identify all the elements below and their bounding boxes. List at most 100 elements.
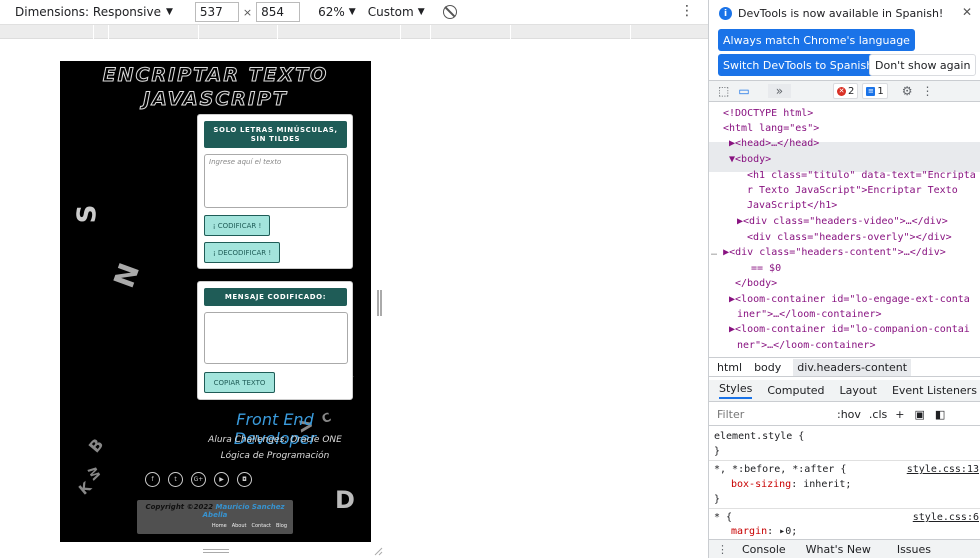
tab-event-listeners[interactable]: Event Listeners xyxy=(892,384,977,397)
rule-selector[interactable]: * { xyxy=(714,510,732,525)
rule-declaration[interactable]: box-sizing: inherit; xyxy=(731,477,851,492)
add-rule-icon[interactable]: + xyxy=(895,408,904,421)
height-value: 854 xyxy=(261,5,285,19)
zoom-select[interactable]: 62% ▼ xyxy=(318,5,356,19)
width-input[interactable]: 537 xyxy=(194,2,239,22)
input-textarea[interactable]: Ingrese aquí el texto xyxy=(204,154,348,208)
tree-line[interactable]: ▶<loom-container id="lo-engage-ext-conta xyxy=(729,292,970,307)
more-options-icon[interactable]: ⋮ xyxy=(680,4,694,18)
breadcrumb-headers-content[interactable]: div.headers-content xyxy=(793,358,912,376)
rule-source-link[interactable]: style.css:13 xyxy=(907,462,979,477)
youtube-icon[interactable]: ▶ xyxy=(214,472,229,487)
copyright-prefix: Copyright ©2022 xyxy=(145,503,214,511)
instagram-icon[interactable]: ◘ xyxy=(237,472,252,487)
footer-link-about[interactable]: About xyxy=(232,523,247,529)
media-query-ruler[interactable] xyxy=(0,25,708,39)
throttle-select[interactable]: Custom ▼ xyxy=(368,5,425,19)
twitter-icon[interactable]: t xyxy=(168,472,183,487)
node-actions-icon[interactable]: … xyxy=(711,247,717,258)
resize-handle-bottom[interactable] xyxy=(203,549,229,553)
tree-line[interactable]: <h1 class="titulo" data-text="Encripta xyxy=(747,168,976,183)
resize-handle-right[interactable] xyxy=(377,290,382,316)
close-icon[interactable]: ✕ xyxy=(962,5,972,19)
paint-icon[interactable]: ▣ xyxy=(914,408,924,421)
tree-line[interactable]: iner">…</loom-container> xyxy=(737,307,882,322)
styles-pane: element.style { } *, *:before, *:after {… xyxy=(709,428,980,538)
rule-selector[interactable]: *, *:before, *:after { xyxy=(714,462,846,477)
footer-link-home[interactable]: Home xyxy=(212,523,227,529)
tree-line[interactable]: r Texto JavaScript">Encriptar Texto xyxy=(747,183,958,198)
page-title-line2: JAVASCRIPT xyxy=(143,88,288,111)
cls-toggle[interactable]: .cls xyxy=(869,408,887,421)
tree-line[interactable]: <div class="headers-overly"></div> xyxy=(747,230,952,245)
breadcrumb-body[interactable]: body xyxy=(754,361,781,374)
emulated-page-viewport[interactable]: T S N A B D V C K W ENCRIPTAR TEXTO JAVA… xyxy=(60,61,371,542)
google-plus-icon[interactable]: G+ xyxy=(191,472,206,487)
tab-layout[interactable]: Layout xyxy=(840,384,877,397)
facebook-icon[interactable]: f xyxy=(145,472,160,487)
switch-language-button[interactable]: Switch DevTools to Spanish xyxy=(718,54,879,76)
always-match-language-button[interactable]: Always match Chrome's language xyxy=(718,29,915,51)
device-toggle-icon[interactable]: ▭ xyxy=(738,84,749,98)
rule-declaration[interactable]: margin: ▸0; xyxy=(731,524,797,539)
info-icon: i xyxy=(719,7,732,20)
errors-badge[interactable]: ✕ 2 xyxy=(833,83,859,99)
height-input[interactable]: 854 xyxy=(256,2,301,22)
alura-line1: Alura Challenges: Oracle ONE xyxy=(208,435,342,445)
tree-line[interactable]: … ▶<div class="headers-content">…</div> xyxy=(711,245,946,260)
tab-styles[interactable]: Styles xyxy=(719,382,753,399)
encode-button[interactable]: ¡ CODIFICAR ! xyxy=(204,215,270,236)
tree-line-text: <loom-container id="lo-engage-ext-conta xyxy=(735,294,970,305)
element-style-rule[interactable]: element.style { xyxy=(714,429,804,444)
footer-links: Home About Contact Blog xyxy=(212,523,287,529)
messages-badge[interactable]: ≡ 1 xyxy=(862,83,888,99)
tab-issues[interactable]: Issues xyxy=(897,543,931,556)
times-icon: × xyxy=(242,5,253,19)
more-options-icon[interactable]: ⋮ xyxy=(922,84,934,98)
bg-glyph: S xyxy=(72,204,103,224)
social-links: f t G+ ▶ ◘ xyxy=(145,472,252,487)
output-textarea[interactable] xyxy=(204,312,348,364)
hov-toggle[interactable]: :hov xyxy=(837,408,861,421)
property-name: box-sizing xyxy=(731,479,792,490)
footer-link-blog[interactable]: Blog xyxy=(276,523,287,529)
copy-button[interactable]: COPIAR TEXTO xyxy=(204,372,275,393)
caret-down-icon: ▼ xyxy=(348,7,356,17)
toggle-sidebar-icon[interactable]: ◧ xyxy=(935,408,945,421)
more-tabs-icon[interactable]: » xyxy=(767,84,792,98)
tree-line[interactable]: ▶<loom-container id="lo-companion-contai xyxy=(729,322,970,337)
tree-line[interactable]: ner">…</loom-container> xyxy=(737,338,875,353)
tab-whats-new[interactable]: What's New xyxy=(806,543,871,556)
tree-line[interactable]: == $0 xyxy=(751,261,781,276)
zoom-value: 62% xyxy=(318,5,345,19)
tree-line-text: <head>…</head> xyxy=(735,138,820,149)
filter-input[interactable]: Filter xyxy=(717,408,827,421)
tree-line[interactable]: ▼<body> xyxy=(729,152,771,167)
throttle-value: Custom xyxy=(367,5,414,19)
settings-gear-icon[interactable]: ⚙ xyxy=(902,84,913,98)
tree-line[interactable]: <!DOCTYPE html> xyxy=(723,106,813,121)
dimensions-select[interactable]: Dimensions: Responsive ▼ xyxy=(15,5,173,19)
tab-computed[interactable]: Computed xyxy=(767,384,824,397)
breadcrumb: html body div.headers-content xyxy=(709,357,980,377)
tree-line[interactable]: <html lang="es"> xyxy=(723,121,819,136)
tree-line[interactable]: JavaScript</h1> xyxy=(747,198,837,213)
drawer-menu-icon[interactable]: ⋮ xyxy=(717,543,728,556)
footer-link-contact[interactable]: Contact xyxy=(251,523,270,529)
tree-line[interactable]: ▶<div class="headers-video">…</div> xyxy=(737,214,948,229)
styles-filter-bar: Filter :hov .cls + ▣ ◧ xyxy=(709,404,980,426)
decode-button[interactable]: ¡ DECODIFICAR ! xyxy=(204,242,280,263)
inspect-element-icon[interactable]: ⬚ xyxy=(718,84,729,98)
breadcrumb-html[interactable]: html xyxy=(717,361,742,374)
rotate-disabled-icon[interactable] xyxy=(442,5,457,19)
rule-source-link[interactable]: style.css:6 xyxy=(913,510,979,525)
dont-show-again-button[interactable]: Don't show again xyxy=(869,54,977,76)
language-banner: i DevTools is now available in Spanish! xyxy=(719,7,943,20)
tab-console[interactable]: Console xyxy=(742,543,786,556)
tree-line[interactable]: </body> xyxy=(735,276,777,291)
resize-handle-corner[interactable] xyxy=(373,546,383,556)
tree-line[interactable]: ▶<head>…</head> xyxy=(729,136,819,151)
bg-glyph: K xyxy=(76,479,95,499)
elements-tree: <!DOCTYPE html> <html lang="es"> ▶<head>… xyxy=(709,104,980,354)
width-value: 537 xyxy=(199,5,223,19)
